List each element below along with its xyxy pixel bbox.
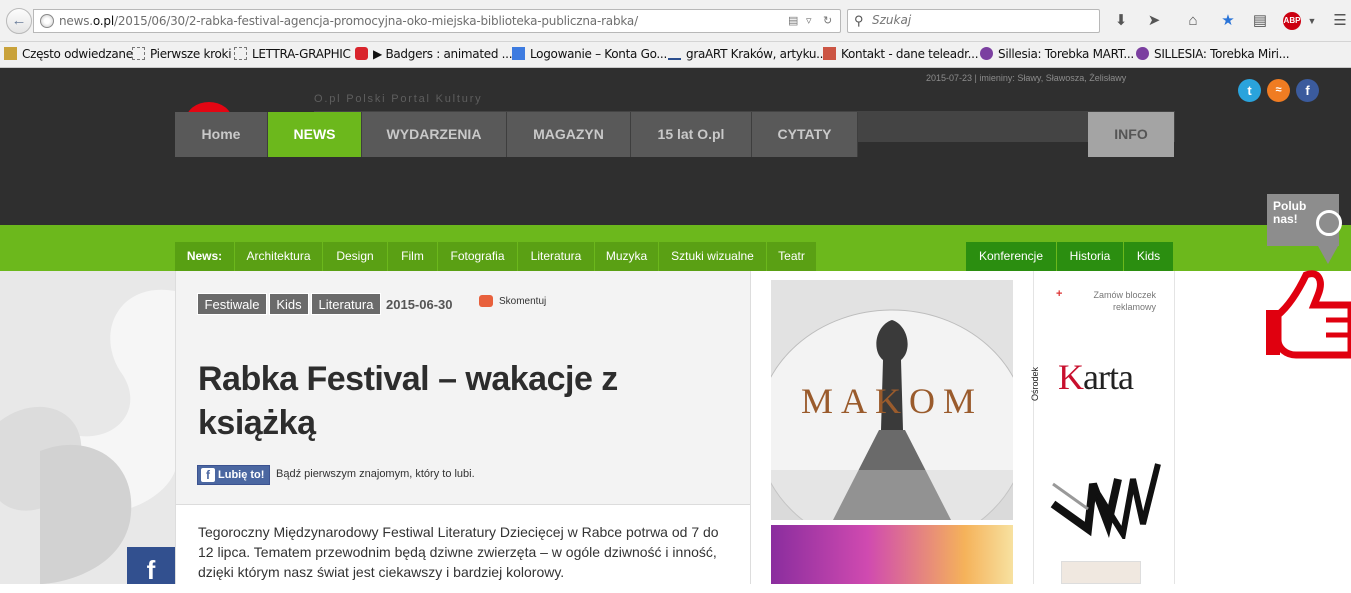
facebook-share-icon[interactable]: f [127, 547, 175, 585]
sub-nav-item-kids[interactable]: Kids [1124, 242, 1174, 271]
sub-nav-item-architektura[interactable]: Architektura [235, 242, 323, 271]
date-line: 2015-07-23 | imieniny: Sławy, Sławosza, … [926, 73, 1127, 83]
sub-nav-item-literatura[interactable]: Literatura [518, 242, 595, 271]
nav-tab-news[interactable]: NEWS [268, 112, 362, 157]
bookmark-star-icon[interactable]: ★ [1218, 11, 1238, 31]
back-arrow-icon[interactable]: ← [6, 8, 32, 34]
tag-festiwale[interactable]: Festiwale [197, 293, 267, 315]
rss-icon[interactable]: ≈ [1267, 79, 1290, 102]
widget-pointer [1318, 246, 1338, 264]
article-lead-box: Tegoroczny Międzynarodowy Festiwal Liter… [176, 505, 750, 585]
globe-icon [40, 14, 54, 28]
sillesia-icon [1136, 47, 1149, 60]
adblock-icon[interactable]: ABP [1283, 12, 1301, 30]
browser-search-input[interactable] [872, 13, 1092, 27]
tag-literatura[interactable]: Literatura [311, 293, 381, 315]
nav-tab-home[interactable]: Home [175, 112, 268, 157]
article-title: Rabka Festival – wakacje z książką [198, 360, 618, 442]
concert-promo-image[interactable] [771, 525, 1013, 584]
nav-tab-15-lat[interactable]: 15 lat O.pl [631, 112, 752, 157]
nav-tab-magazyn[interactable]: MAGAZYN [507, 112, 631, 157]
sub-nav-item-historia[interactable]: Historia [1057, 242, 1124, 271]
makom-promo-image[interactable]: MAKOM [771, 280, 1013, 520]
sub-nav-item-sztuki-wizualne[interactable]: Sztuki wizualne [659, 242, 767, 271]
comment-icon[interactable] [479, 295, 493, 307]
bookmark-item[interactable]: Pierwsze kroki [132, 47, 232, 61]
like-prompt-text: Bądź pierwszym znajomym, który to lubi. [276, 468, 475, 480]
facebook-icon: f [201, 468, 215, 482]
sub-nav-item-design[interactable]: Design [323, 242, 388, 271]
sub-nav-item-teatr[interactable]: Teatr [767, 242, 817, 271]
smiley-icon [1316, 210, 1342, 236]
article: Festiwale Kids Literatura 2015-06-30 Sko… [175, 271, 751, 585]
sub-nav-label: News: [175, 242, 235, 271]
page-icon [234, 47, 247, 60]
sub-nav-item-konferencje[interactable]: Konferencje [966, 242, 1057, 271]
bookmarks-bar: Często odwiedzane Pierwsze kroki LETTRA-… [0, 42, 1351, 68]
bookmarks-folder-icon [4, 47, 17, 60]
ww-logo[interactable] [1048, 454, 1163, 539]
send-icon[interactable]: ➤ [1144, 11, 1164, 31]
karta-letters: arta [1083, 357, 1134, 397]
download-icon[interactable]: ⬇ [1111, 11, 1131, 31]
reload-icon[interactable]: ↻ [823, 14, 832, 27]
background-graphic [0, 271, 175, 584]
tag-kids[interactable]: Kids [269, 293, 309, 315]
article-date: 2015-06-30 [386, 297, 453, 312]
poster-thumbnail[interactable] [1061, 561, 1141, 584]
dropdown-arrow-icon[interactable]: ▿ [806, 14, 812, 27]
sub-nav-item-muzyka[interactable]: Muzyka [595, 242, 659, 271]
karta-prefix: Ośrodek [1030, 366, 1041, 402]
sub-nav-item-fotografia[interactable]: Fotografia [438, 242, 518, 271]
facebook-like-button[interactable]: f Lubię to! [197, 465, 270, 485]
polub-line1: Polub [1273, 199, 1307, 213]
reading-list-icon[interactable]: ▤ [1250, 11, 1270, 31]
url-text[interactable]: news.o.pl/2015/06/30/2-rabka-festival-ag… [59, 14, 638, 28]
browser-search-box[interactable]: ⚲ [847, 9, 1100, 33]
youtube-icon [355, 47, 368, 60]
karta-logo[interactable]: Karta [1058, 356, 1134, 398]
graart-icon [668, 47, 681, 60]
bookmark-item[interactable]: Sillesia: Torebka MART... [980, 47, 1134, 61]
bookmark-item[interactable]: Logowanie – Konta Go... [512, 47, 667, 61]
sub-nav-item-film[interactable]: Film [388, 242, 438, 271]
bookmark-item[interactable]: graART Kraków, artyku... [668, 47, 827, 61]
nav-tab-wydarzenia[interactable]: WYDARZENIA [362, 112, 507, 157]
polub-line2: nas! [1273, 212, 1298, 226]
portal-tagline: O.pl Polski Portal Kultury [314, 93, 483, 105]
bookmark-item[interactable]: SILLESIA: Torebka Miri... [1136, 47, 1290, 61]
search-icon: ⚲ [854, 13, 864, 28]
thumbs-up-icon[interactable] [1266, 270, 1351, 360]
comment-link[interactable]: Skomentuj [499, 296, 546, 307]
plus-icon: + [1056, 288, 1063, 300]
facebook-icon[interactable]: f [1296, 79, 1319, 102]
order-ad-link[interactable]: Zamów bloczek reklamowy [1074, 289, 1156, 313]
karta-letter-k: K [1058, 357, 1084, 397]
home-icon[interactable]: ⌂ [1183, 11, 1203, 31]
twitter-icon[interactable]: t [1238, 79, 1261, 102]
nav-tab-info[interactable]: INFO [1088, 112, 1174, 157]
ads-column: + Zamów bloczek reklamowy Ośrodek Karta [1030, 271, 1175, 584]
address-bar[interactable]: news.o.pl/2015/06/30/2-rabka-festival-ag… [33, 9, 841, 33]
reader-view-icon[interactable]: ▤ [788, 14, 798, 27]
browser-toolbar: ← news.o.pl/2015/06/30/2-rabka-festival-… [0, 0, 1351, 42]
bookmark-item[interactable]: Kontakt - dane teleadr... [823, 47, 979, 61]
sillesia-icon [980, 47, 993, 60]
chevron-down-icon[interactable]: ▼ [1302, 11, 1322, 31]
like-label: Lubię to! [218, 469, 265, 481]
bookmark-item[interactable]: LETTRA-GRAPHIC [234, 47, 351, 61]
article-lead: Tegoroczny Międzynarodowy Festiwal Liter… [198, 524, 719, 580]
page-icon [132, 47, 145, 60]
menu-icon[interactable]: ☰ [1330, 11, 1350, 31]
makom-title: MAKOM [800, 381, 983, 421]
bookmark-item[interactable]: Często odwiedzane [4, 47, 133, 61]
nav-tab-cytaty[interactable]: CYTATY [752, 112, 858, 157]
bookmark-item[interactable]: ▶ Badgers : animated ... [355, 47, 513, 61]
contact-site-icon [823, 47, 836, 60]
google-icon [512, 47, 525, 60]
